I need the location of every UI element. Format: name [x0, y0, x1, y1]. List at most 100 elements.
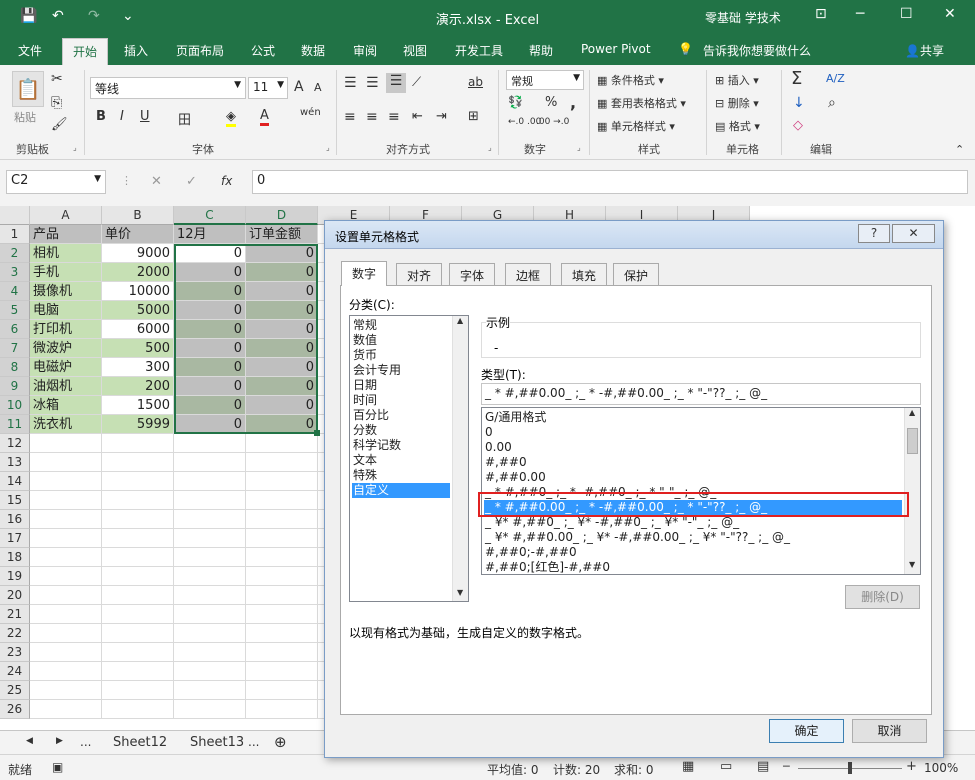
category-item[interactable]: 日期: [352, 378, 450, 393]
user-name[interactable]: 零基础 学技术: [705, 9, 781, 26]
sort-filter-icon[interactable]: A/Z: [826, 72, 845, 85]
data-cell[interactable]: 200: [102, 377, 174, 396]
category-item[interactable]: 会计专用: [352, 363, 450, 378]
insert-function-icon[interactable]: fx: [221, 174, 232, 188]
wrap-text-icon[interactable]: ab: [468, 75, 483, 89]
font-name-select[interactable]: 等线 ▼: [90, 77, 246, 99]
empty-cell[interactable]: [102, 662, 174, 681]
sheet-tab-sheet13[interactable]: Sheet13: [190, 735, 244, 750]
category-item[interactable]: 时间: [352, 393, 450, 408]
align-left-icon[interactable]: ≡: [344, 109, 356, 125]
empty-cell[interactable]: [246, 681, 318, 700]
data-cell[interactable]: 0: [246, 358, 318, 377]
empty-cell[interactable]: [30, 643, 102, 662]
dialog-tab-font[interactable]: 字体: [449, 263, 496, 285]
data-cell[interactable]: 0: [174, 320, 246, 339]
scroll-up-icon[interactable]: ▲: [457, 316, 463, 325]
number-launcher-icon[interactable]: ⌟: [577, 143, 581, 152]
empty-cell[interactable]: [30, 605, 102, 624]
share-button[interactable]: 👤共享: [905, 42, 944, 59]
font-launcher-icon[interactable]: ⌟: [326, 143, 330, 152]
maximize-icon[interactable]: ☐: [900, 6, 913, 22]
page-break-view-icon[interactable]: ▤: [757, 759, 769, 774]
data-cell[interactable]: 0: [246, 263, 318, 282]
row-header[interactable]: 20: [0, 586, 30, 605]
format-scrollbar[interactable]: ▲ ▼: [904, 408, 920, 574]
scroll-prev-sheet-icon[interactable]: ◀: [26, 736, 33, 746]
ribbon-display-options-icon[interactable]: ⊡: [815, 6, 827, 22]
empty-cell[interactable]: [246, 643, 318, 662]
data-cell[interactable]: 5000: [102, 301, 174, 320]
header-cell[interactable]: 单价: [102, 225, 174, 244]
empty-cell[interactable]: [102, 624, 174, 643]
empty-cell[interactable]: [174, 605, 246, 624]
add-sheet-icon[interactable]: ⊕: [274, 733, 287, 751]
dialog-tab-border[interactable]: 边框: [505, 263, 552, 285]
align-bottom-icon[interactable]: ☰: [386, 73, 406, 93]
header-cell[interactable]: 产品: [30, 225, 102, 244]
tab-review[interactable]: 审阅: [353, 42, 377, 59]
row-header[interactable]: 16: [0, 510, 30, 529]
empty-cell[interactable]: [174, 681, 246, 700]
empty-cell[interactable]: [246, 624, 318, 643]
row-header[interactable]: 25: [0, 681, 30, 700]
row-header[interactable]: 3: [0, 263, 30, 282]
fill-down-icon[interactable]: ↓: [793, 95, 805, 111]
empty-cell[interactable]: [30, 567, 102, 586]
format-item[interactable]: 0.00: [484, 440, 902, 455]
empty-cell[interactable]: [174, 472, 246, 491]
column-header[interactable]: D: [246, 206, 318, 225]
data-cell[interactable]: 9000: [102, 244, 174, 263]
empty-cell[interactable]: [246, 472, 318, 491]
category-item[interactable]: 常规: [352, 318, 450, 333]
align-right-icon[interactable]: ≡: [388, 109, 400, 125]
dialog-tab-protection[interactable]: 保护: [613, 263, 660, 285]
tab-page-layout[interactable]: 页面布局: [176, 42, 224, 59]
row-header[interactable]: 22: [0, 624, 30, 643]
category-list[interactable]: ▲ ▼ 常规 数值 货币 会计专用 日期 时间 百分比 分数 科学记数 文本 特殊 自定义: [349, 315, 469, 602]
empty-cell[interactable]: [102, 681, 174, 700]
empty-cell[interactable]: [102, 567, 174, 586]
empty-cell[interactable]: [174, 700, 246, 719]
increase-font-size-icon[interactable]: A: [294, 79, 304, 95]
empty-cell[interactable]: [102, 434, 174, 453]
row-header[interactable]: 23: [0, 643, 30, 662]
data-cell[interactable]: 0: [246, 339, 318, 358]
format-item[interactable]: G/通用格式: [484, 410, 902, 425]
tab-help[interactable]: 帮助: [529, 42, 553, 59]
data-cell[interactable]: 电磁炉: [30, 358, 102, 377]
format-list[interactable]: #,##0;[红色]-#,##0 #,##0;-#,##0 _ ¥* #,##0.0…: [481, 407, 921, 575]
empty-cell[interactable]: [246, 529, 318, 548]
row-header[interactable]: 11: [0, 415, 30, 434]
data-cell[interactable]: 300: [102, 358, 174, 377]
data-cell[interactable]: 0: [174, 358, 246, 377]
data-cell[interactable]: 10000: [102, 282, 174, 301]
empty-cell[interactable]: [102, 453, 174, 472]
underline-button[interactable]: U: [140, 109, 150, 124]
align-center-icon[interactable]: ≡: [366, 109, 378, 125]
row-header[interactable]: 18: [0, 548, 30, 567]
data-cell[interactable]: 0: [174, 244, 246, 263]
minimize-icon[interactable]: ─: [856, 6, 864, 22]
format-as-table-button[interactable]: ▦ 套用表格格式 ▾: [597, 95, 686, 111]
format-cells-button[interactable]: ▤ 格式 ▾: [715, 118, 760, 134]
macro-record-icon[interactable]: ▣: [52, 760, 63, 774]
category-item[interactable]: 科学记数: [352, 438, 450, 453]
zoom-in-icon[interactable]: +: [906, 759, 917, 774]
empty-cell[interactable]: [246, 491, 318, 510]
merge-center-icon[interactable]: ⊞: [468, 109, 479, 124]
cell-styles-button[interactable]: ▦ 单元格样式 ▾: [597, 118, 675, 134]
row-header[interactable]: 2: [0, 244, 30, 263]
formula-input[interactable]: 0: [252, 170, 968, 194]
currency-icon[interactable]: 💱: [508, 95, 523, 109]
empty-cell[interactable]: [174, 624, 246, 643]
row-header[interactable]: 5: [0, 301, 30, 320]
empty-cell[interactable]: [30, 624, 102, 643]
dialog-tab-alignment[interactable]: 对齐: [396, 263, 443, 285]
close-window-icon[interactable]: ✕: [944, 6, 956, 22]
row-header[interactable]: 10: [0, 396, 30, 415]
empty-cell[interactable]: [246, 662, 318, 681]
data-cell[interactable]: 2000: [102, 263, 174, 282]
empty-cell[interactable]: [174, 510, 246, 529]
format-item[interactable]: #,##0: [484, 455, 902, 470]
